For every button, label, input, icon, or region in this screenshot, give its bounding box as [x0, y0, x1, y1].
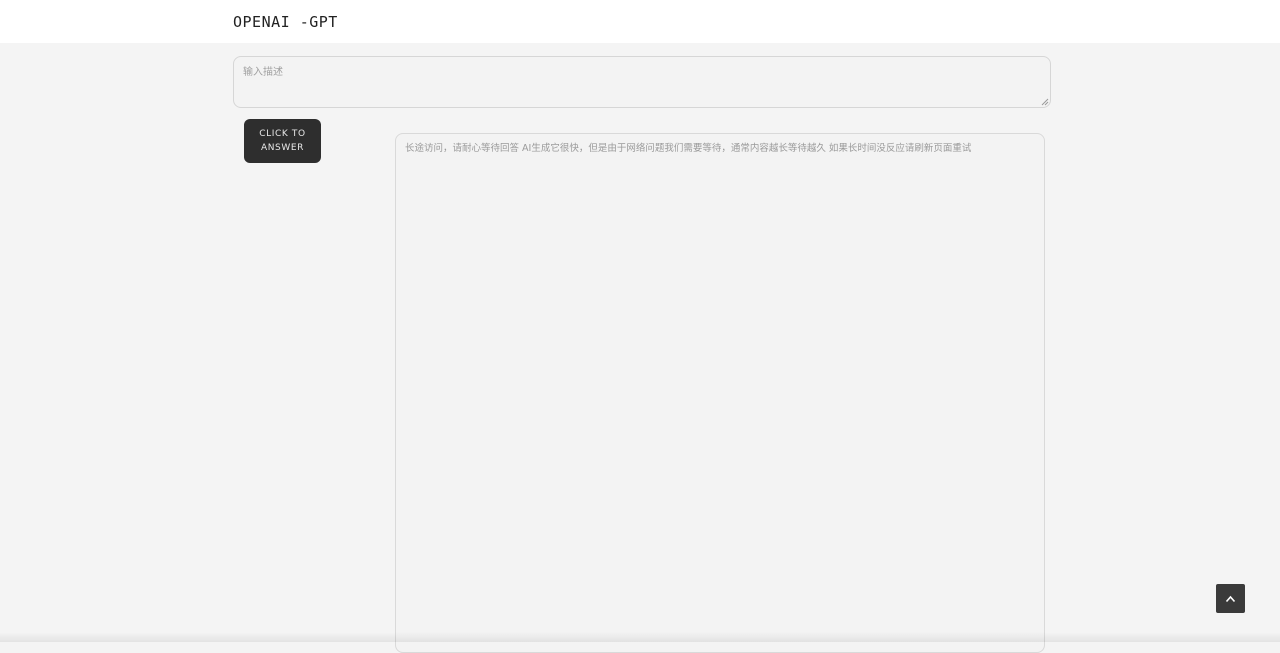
prompt-input[interactable] — [233, 56, 1051, 108]
back-to-top-button[interactable] — [1216, 584, 1245, 613]
answer-output[interactable] — [395, 133, 1045, 653]
click-to-answer-button[interactable]: CLICK TO ANSWER — [244, 119, 321, 163]
answer-button-line2: ANSWER — [260, 143, 305, 153]
top-bar: OPENAI -GPT — [0, 0, 1280, 43]
chevron-up-icon — [1225, 595, 1236, 602]
answer-button-line1: CLICK TO — [259, 129, 306, 139]
brand-title: OPENAI -GPT — [233, 13, 338, 31]
